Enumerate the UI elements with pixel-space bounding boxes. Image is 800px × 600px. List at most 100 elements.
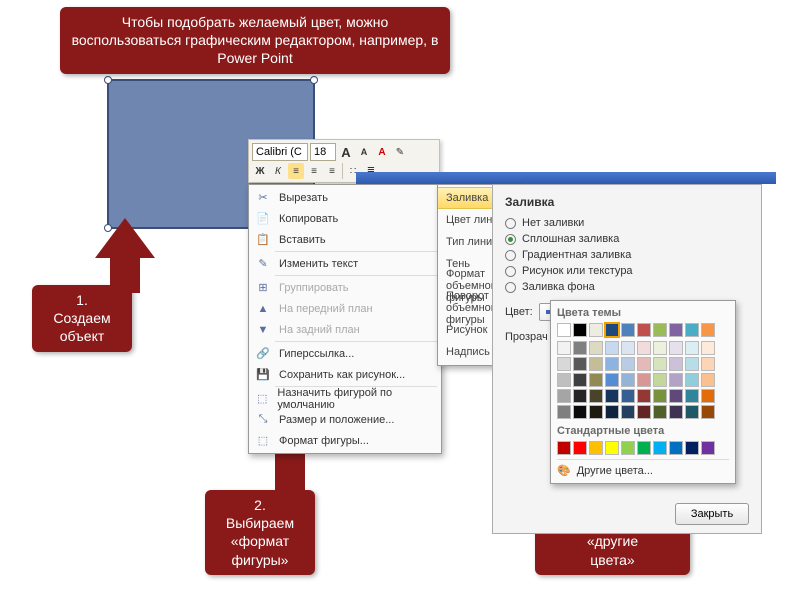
color-swatch[interactable] [701,323,715,337]
fill-radio-option[interactable]: Нет заливки [505,217,749,229]
italic-button[interactable]: К [270,163,286,179]
more-colors-item[interactable]: 🎨 Другие цвета... [557,464,729,477]
color-swatch[interactable] [557,441,571,455]
resize-handle[interactable] [310,76,318,84]
color-swatch[interactable] [685,323,699,337]
color-swatch[interactable] [685,357,699,371]
color-swatch[interactable] [669,341,683,355]
context-menu-item[interactable]: ✎Изменить текст [249,253,441,274]
color-swatch[interactable] [589,389,603,403]
color-swatch[interactable] [605,405,619,419]
fill-radio-option[interactable]: Заливка фона [505,281,749,293]
color-swatch[interactable] [621,405,635,419]
color-swatch[interactable] [669,441,683,455]
color-swatch[interactable] [685,389,699,403]
fill-radio-option[interactable]: Градиентная заливка [505,249,749,261]
align-center-button[interactable]: ≡ [306,163,322,179]
color-swatch[interactable] [621,341,635,355]
color-swatch[interactable] [701,441,715,455]
color-swatch[interactable] [637,357,651,371]
fill-radio-option[interactable]: Сплошная заливка [505,233,749,245]
context-menu-item[interactable]: 📋Вставить [249,229,441,250]
color-swatch[interactable] [621,389,635,403]
color-swatch[interactable] [589,341,603,355]
color-swatch[interactable] [573,373,587,387]
color-swatch[interactable] [573,389,587,403]
color-swatch[interactable] [573,341,587,355]
color-swatch[interactable] [685,441,699,455]
context-menu-item[interactable]: 🔗Гиперссылка... [249,343,441,364]
color-swatch[interactable] [685,373,699,387]
color-swatch[interactable] [637,405,651,419]
paint-button[interactable]: ✎ [392,144,408,160]
color-swatch[interactable] [701,341,715,355]
color-swatch[interactable] [589,373,603,387]
color-swatch[interactable] [557,373,571,387]
context-menu-item[interactable]: ✂Вырезать [249,187,441,208]
color-swatch[interactable] [669,389,683,403]
color-swatch[interactable] [653,357,667,371]
color-swatch[interactable] [621,441,635,455]
fill-radio-option[interactable]: Рисунок или текстура [505,265,749,277]
color-swatch[interactable] [669,357,683,371]
resize-handle[interactable] [104,76,112,84]
color-swatch[interactable] [621,373,635,387]
color-swatch[interactable] [605,341,619,355]
color-swatch[interactable] [701,389,715,403]
context-menu-item[interactable]: 📄Копировать [249,208,441,229]
color-swatch[interactable] [653,405,667,419]
align-left-button[interactable]: ≡ [288,163,304,179]
font-color-button[interactable]: A [374,144,390,160]
color-swatch[interactable] [557,357,571,371]
context-menu-item[interactable]: 💾Сохранить как рисунок... [249,364,441,385]
color-swatch[interactable] [653,323,667,337]
color-swatch[interactable] [669,323,683,337]
color-swatch[interactable] [637,441,651,455]
color-swatch[interactable] [557,323,571,337]
color-swatch[interactable] [637,373,651,387]
color-swatch[interactable] [701,357,715,371]
radio-icon [505,266,516,277]
color-swatch[interactable] [637,341,651,355]
color-swatch[interactable] [573,323,587,337]
color-swatch[interactable] [573,441,587,455]
shrink-font-button[interactable]: A [356,144,372,160]
color-swatch[interactable] [573,405,587,419]
color-swatch[interactable] [621,323,635,337]
color-swatch[interactable] [589,323,603,337]
grow-font-button[interactable]: A [338,144,354,160]
color-swatch[interactable] [557,405,571,419]
color-swatch[interactable] [605,323,619,337]
close-button[interactable]: Закрыть [675,503,749,525]
context-menu-item[interactable]: ⤡Размер и положение... [249,409,441,430]
color-swatch[interactable] [605,441,619,455]
color-swatch[interactable] [589,441,603,455]
font-name-input[interactable] [252,143,308,161]
font-size-input[interactable] [310,143,336,161]
color-swatch[interactable] [669,405,683,419]
bold-button[interactable]: Ж [252,163,268,179]
color-swatch[interactable] [557,389,571,403]
color-swatch[interactable] [605,373,619,387]
color-swatch[interactable] [653,341,667,355]
color-swatch[interactable] [605,389,619,403]
color-swatch[interactable] [637,389,651,403]
color-swatch[interactable] [669,373,683,387]
color-swatch[interactable] [701,373,715,387]
color-swatch[interactable] [685,341,699,355]
color-swatch[interactable] [653,389,667,403]
color-swatch[interactable] [685,405,699,419]
color-swatch[interactable] [589,405,603,419]
context-menu-item[interactable]: ⬚Назначить фигурой по умолчанию [249,388,441,409]
color-swatch[interactable] [701,405,715,419]
color-swatch[interactable] [557,341,571,355]
color-swatch[interactable] [589,357,603,371]
context-menu-item[interactable]: ⬚Формат фигуры... [249,430,441,451]
color-swatch[interactable] [637,323,651,337]
color-swatch[interactable] [653,373,667,387]
align-right-button[interactable]: ≡ [324,163,340,179]
color-swatch[interactable] [621,357,635,371]
color-swatch[interactable] [605,357,619,371]
color-swatch[interactable] [573,357,587,371]
color-swatch[interactable] [653,441,667,455]
